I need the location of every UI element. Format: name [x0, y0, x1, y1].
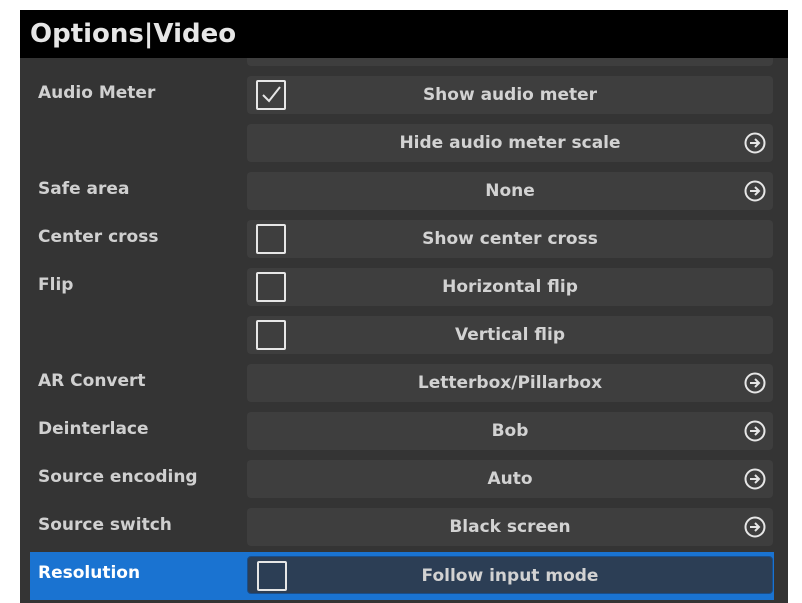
option-label: Resolution: [38, 563, 141, 583]
option-button[interactable]: Follow input mode: [247, 556, 773, 594]
list-item-audio-meter[interactable]: Audio Meter Show audio meter: [20, 72, 774, 120]
option-value: Bob: [491, 421, 529, 441]
list-item-partial[interactable]: [20, 58, 774, 72]
option-value: Black screen: [449, 517, 571, 537]
option-value: Hide audio meter scale: [399, 133, 621, 153]
list-item-deinterlace[interactable]: Deinterlace Bob: [20, 408, 774, 456]
list-item-source-encoding[interactable]: Source encoding Auto: [20, 456, 774, 504]
window-title: Options|Video: [20, 10, 788, 58]
option-button[interactable]: Black screen: [247, 508, 773, 546]
option-button[interactable]: Show center cross: [247, 220, 773, 258]
option-label: Safe area: [38, 179, 130, 199]
circle-arrow-right-icon[interactable]: [744, 132, 766, 154]
option-value: None: [485, 181, 535, 201]
option-value: Horizontal flip: [442, 277, 578, 297]
option-button[interactable]: Letterbox/Pillarbox: [247, 364, 773, 402]
option-button[interactable]: Horizontal flip: [247, 268, 773, 306]
option-button[interactable]: Bob: [247, 412, 773, 450]
list-item-row-5[interactable]: Vertical flip: [20, 312, 774, 360]
list-item-safe-area[interactable]: Safe area None: [20, 168, 774, 216]
option-button[interactable]: Hide audio meter scale: [247, 124, 773, 162]
option-label: Source switch: [38, 515, 172, 535]
option-value: Vertical flip: [455, 325, 565, 345]
circle-arrow-right-icon[interactable]: [744, 372, 766, 394]
option-label: Source encoding: [38, 467, 198, 487]
circle-arrow-right-icon[interactable]: [744, 420, 766, 442]
partial-option-button[interactable]: [247, 58, 773, 66]
circle-arrow-right-icon[interactable]: [744, 516, 766, 538]
option-value: Letterbox/Pillarbox: [417, 373, 603, 393]
list-item-center-cross[interactable]: Center cross Show center cross: [20, 216, 774, 264]
circle-arrow-right-icon[interactable]: [744, 468, 766, 490]
list-item-source-switch[interactable]: Source switch Black screen: [20, 504, 774, 552]
option-button[interactable]: None: [247, 172, 773, 210]
option-label: Audio Meter: [38, 83, 156, 103]
circle-arrow-right-icon[interactable]: [744, 180, 766, 202]
option-button[interactable]: Auto: [247, 460, 773, 498]
option-label: AR Convert: [38, 371, 146, 391]
option-value: Show center cross: [422, 229, 598, 249]
list-item-flip[interactable]: Flip Horizontal flip: [20, 264, 774, 312]
option-button[interactable]: Vertical flip: [247, 316, 773, 354]
option-value: Auto: [487, 469, 533, 489]
option-label: Deinterlace: [38, 419, 149, 439]
list-item-resolution[interactable]: Resolution Follow input mode: [30, 552, 774, 600]
list-item-ar-convert[interactable]: AR Convert Letterbox/Pillarbox: [20, 360, 774, 408]
option-label: Center cross: [38, 227, 159, 247]
options-list[interactable]: Audio Meter Show audio meter Hide audio me…: [20, 58, 788, 603]
option-label: Flip: [38, 275, 74, 295]
option-value: Follow input mode: [421, 566, 599, 586]
list-item-row-1[interactable]: Hide audio meter scale: [20, 120, 774, 168]
option-button[interactable]: Show audio meter: [247, 76, 773, 114]
option-value: Show audio meter: [422, 85, 598, 105]
options-window: Options|Video Audio Meter Show audio mete…: [20, 10, 788, 603]
